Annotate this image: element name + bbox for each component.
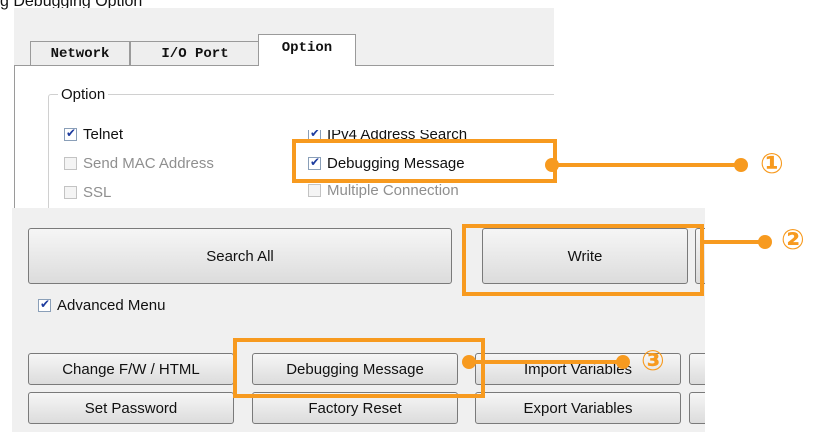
highlight-box-3 bbox=[233, 338, 485, 398]
tab-io-port[interactable]: I/O Port bbox=[130, 41, 260, 65]
ssl-checkbox: SSL bbox=[64, 182, 111, 202]
advanced-menu-label: Advanced Menu bbox=[57, 296, 166, 314]
callout-dot-start-3 bbox=[462, 355, 476, 369]
callout-number-1: ① bbox=[760, 147, 784, 180]
tab-network[interactable]: Network bbox=[30, 41, 130, 65]
telnet-label: Telnet bbox=[83, 125, 124, 143]
callout-line-2 bbox=[704, 240, 764, 244]
multiple-connection-checkbox: Multiple Connection bbox=[308, 180, 459, 200]
callout-dot-start-1 bbox=[545, 158, 559, 172]
callout-dot-end-3 bbox=[616, 355, 630, 369]
callout-number-2: ② bbox=[781, 223, 805, 256]
export-variables-button[interactable]: Export Variables bbox=[475, 392, 681, 424]
telnet-checkbox[interactable]: Telnet bbox=[64, 124, 123, 144]
option-group-title: Option bbox=[58, 86, 109, 103]
change-fw-html-button[interactable]: Change F/W / HTML bbox=[28, 353, 234, 385]
checkbox-checked-icon bbox=[38, 297, 51, 312]
set-password-button[interactable]: Set Password bbox=[28, 392, 234, 424]
multiple-connection-label: Multiple Connection bbox=[327, 181, 459, 199]
extra-button-partial-1[interactable] bbox=[689, 353, 705, 385]
send-mac-address-label: Send MAC Address bbox=[83, 154, 214, 172]
callout-number-3: ③ bbox=[641, 344, 665, 377]
tab-option[interactable]: Option bbox=[258, 34, 356, 66]
highlight-box-2 bbox=[462, 224, 704, 296]
checkbox-unchecked-icon bbox=[64, 156, 77, 170]
advanced-menu-checkbox[interactable]: Advanced Menu bbox=[38, 295, 165, 315]
callout-dot-end-1 bbox=[734, 158, 748, 172]
callout-dot-end-2 bbox=[758, 235, 772, 249]
send-mac-address-checkbox: Send MAC Address bbox=[64, 153, 214, 173]
search-all-button[interactable]: Search All bbox=[28, 228, 452, 284]
checkbox-unchecked-icon bbox=[64, 185, 77, 199]
checkbox-unchecked-icon bbox=[308, 183, 321, 197]
callout-line-3 bbox=[472, 360, 624, 364]
checkbox-checked-icon bbox=[64, 126, 77, 141]
callout-line-1 bbox=[557, 163, 742, 167]
extra-button-partial-2[interactable] bbox=[689, 392, 705, 424]
highlight-box-1 bbox=[292, 139, 557, 183]
ssl-label: SSL bbox=[83, 183, 112, 201]
